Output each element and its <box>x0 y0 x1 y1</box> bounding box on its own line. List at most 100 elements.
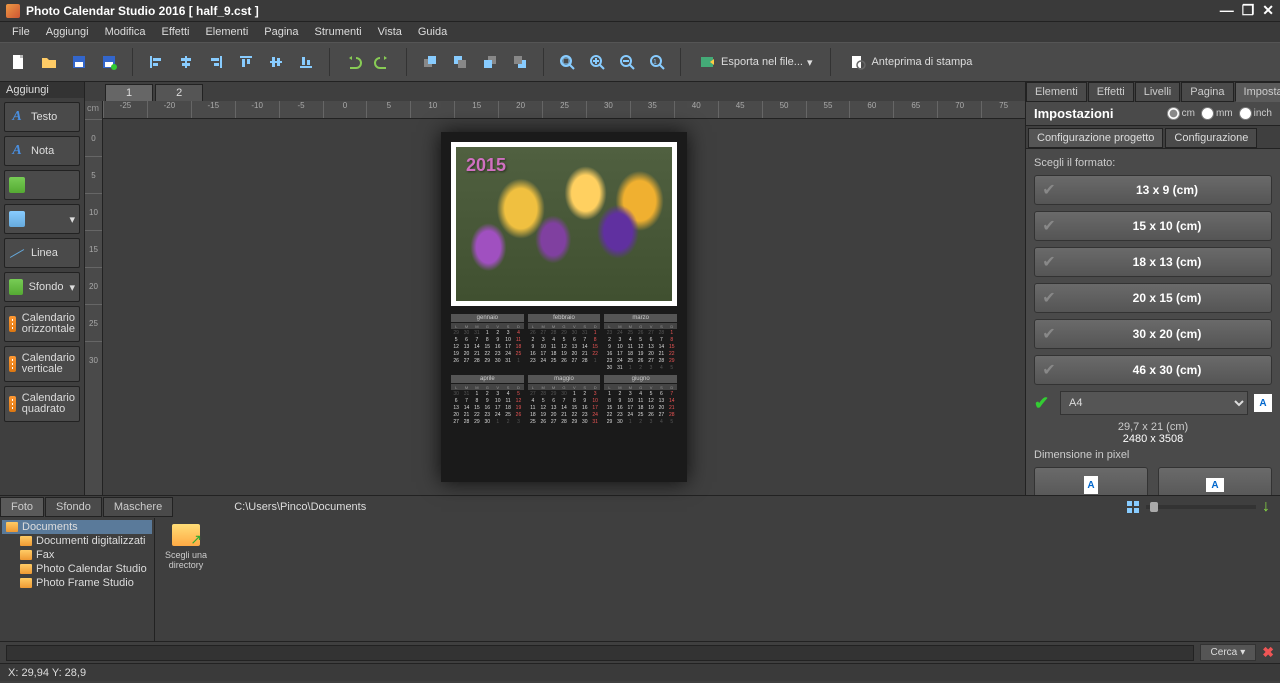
app-icon <box>6 4 20 18</box>
tab-effetti[interactable]: Effetti <box>1088 82 1134 102</box>
menu-guida[interactable]: Guida <box>410 24 455 40</box>
minimize-button[interactable]: — <box>1220 2 1234 19</box>
tree-item[interactable]: Documenti digitalizzati <box>2 534 152 548</box>
canvas-viewport[interactable]: 2015 gennaioLMMGVSD293031123456789101112… <box>103 119 1025 495</box>
add-note-button[interactable]: ANota <box>4 136 80 166</box>
tab-impostazioni[interactable]: Impostazioni <box>1235 82 1280 102</box>
bring-front-button[interactable] <box>419 51 441 73</box>
calendar-month[interactable]: maggioLMMGVSD272829301234567891011121314… <box>528 375 601 425</box>
clear-button[interactable]: ✖ <box>1262 644 1274 661</box>
page-tab-1[interactable]: 1 <box>105 84 153 101</box>
menu-pagina[interactable]: Pagina <box>256 24 306 40</box>
add-calendar-v-button[interactable]: Calendario verticale <box>4 346 80 382</box>
unit-inch[interactable]: inch <box>1239 107 1272 120</box>
format-option[interactable]: ✔13 x 9 (cm) <box>1034 175 1272 205</box>
zoom-out-button[interactable] <box>616 51 638 73</box>
folder-tree[interactable]: Documents Documenti digitalizzatiFaxPhot… <box>0 518 155 641</box>
calendar-document[interactable]: 2015 gennaioLMMGVSD293031123456789101112… <box>441 132 687 482</box>
unit-mm[interactable]: mm <box>1201 107 1233 120</box>
add-calendar-h-button[interactable]: Calendario orizzontale <box>4 306 80 342</box>
folder-view[interactable]: ↗ Scegli una directory <box>155 518 1280 641</box>
calendar-month[interactable]: marzoLMMGVSD2324252627281234567891011121… <box>604 314 677 371</box>
add-calendar-q-button[interactable]: Calendario quadrato <box>4 386 80 422</box>
export-file-button[interactable]: Esporta nel file... ▾ <box>693 51 818 73</box>
menu-vista[interactable]: Vista <box>370 24 410 40</box>
menu-file[interactable]: File <box>4 24 38 40</box>
send-back-button[interactable] <box>509 51 531 73</box>
align-right-button[interactable] <box>205 51 227 73</box>
tree-item[interactable]: Photo Frame Studio <box>2 576 152 590</box>
dropdown-arrow-icon: ▾ <box>1240 647 1245 658</box>
menu-effetti[interactable]: Effetti <box>154 24 198 40</box>
calendar-month[interactable]: giugnoLMMGVSD123456789101112131415161718… <box>604 375 677 425</box>
portrait-button[interactable]: A <box>1034 467 1148 495</box>
align-center-v-button[interactable] <box>265 51 287 73</box>
browser-tab-foto[interactable]: Foto <box>0 497 44 517</box>
thumbnail-zoom-slider[interactable] <box>1146 505 1256 509</box>
open-button[interactable] <box>38 51 60 73</box>
landscape-button[interactable]: A <box>1158 467 1272 495</box>
add-line-button[interactable]: Linea <box>4 238 80 268</box>
bring-forward-button[interactable] <box>449 51 471 73</box>
zoom-in-button[interactable] <box>586 51 608 73</box>
search-button[interactable]: Cerca▾ <box>1200 644 1257 661</box>
print-preview-button[interactable]: Anteprima di stampa <box>843 51 978 73</box>
tree-item[interactable]: Fax <box>2 548 152 562</box>
menu-elementi[interactable]: Elementi <box>197 24 256 40</box>
align-center-h-button[interactable] <box>175 51 197 73</box>
statusbar: X: 29,94 Y: 28,9 <box>0 663 1280 681</box>
send-backward-button[interactable] <box>479 51 501 73</box>
save-as-button[interactable] <box>98 51 120 73</box>
settings-title: Impostazioni <box>1034 106 1167 121</box>
align-bottom-button[interactable] <box>295 51 317 73</box>
add-text-button[interactable]: ATesto <box>4 102 80 132</box>
add-image-button[interactable] <box>4 170 80 200</box>
add-shape-button[interactable]: ▾ <box>4 204 80 234</box>
tree-root-label: Documents <box>22 521 78 533</box>
tree-item[interactable]: Photo Calendar Studio <box>2 562 152 576</box>
zoom-100-button[interactable]: 1 <box>646 51 668 73</box>
tab-elementi[interactable]: Elementi <box>1026 82 1087 102</box>
undo-button[interactable] <box>342 51 364 73</box>
format-option[interactable]: ✔30 x 20 (cm) <box>1034 319 1272 349</box>
unit-cm[interactable]: cm <box>1167 107 1195 120</box>
menu-strumenti[interactable]: Strumenti <box>307 24 370 40</box>
close-button[interactable]: ✕ <box>1262 2 1274 19</box>
calendar-month[interactable]: febbraioLMMGVSD2627282930311234567891011… <box>528 314 601 371</box>
subtab-config[interactable]: Configurazione <box>1165 128 1257 148</box>
format-label: 18 x 13 (cm) <box>1063 255 1271 269</box>
align-left-button[interactable] <box>145 51 167 73</box>
save-button[interactable] <box>68 51 90 73</box>
pick-directory-button[interactable]: ↗ Scegli una directory <box>161 524 211 570</box>
maximize-button[interactable]: ❐ <box>1242 2 1255 19</box>
calendar-month[interactable]: aprileLMMGVSD303112345678910111213141516… <box>451 375 524 425</box>
format-option[interactable]: ✔20 x 15 (cm) <box>1034 283 1272 313</box>
calendar-photo[interactable]: 2015 <box>451 142 677 306</box>
format-option[interactable]: ✔18 x 13 (cm) <box>1034 247 1272 277</box>
redo-button[interactable] <box>372 51 394 73</box>
align-top-button[interactable] <box>235 51 257 73</box>
subtab-project-config[interactable]: Configurazione progetto <box>1028 128 1163 148</box>
thumbnail-icon[interactable] <box>1126 500 1140 514</box>
refresh-icon[interactable]: ↓ <box>1262 498 1270 516</box>
menu-modifica[interactable]: Modifica <box>97 24 154 40</box>
page-orientation-icon[interactable]: A <box>1254 394 1272 412</box>
browser-tab-maschere[interactable]: Maschere <box>103 497 173 517</box>
format-select[interactable]: A4 <box>1060 391 1248 415</box>
tab-livelli[interactable]: Livelli <box>1135 82 1181 102</box>
format-option[interactable]: ✔15 x 10 (cm) <box>1034 211 1272 241</box>
search-input[interactable] <box>6 645 1194 661</box>
menu-aggiungi[interactable]: Aggiungi <box>38 24 97 40</box>
check-icon: ✔ <box>1035 324 1063 344</box>
zoom-fit-button[interactable] <box>556 51 578 73</box>
format-option[interactable]: ✔46 x 30 (cm) <box>1034 355 1272 385</box>
page-tab-2[interactable]: 2 <box>155 84 203 101</box>
calendar-month[interactable]: gennaioLMMGVSD29303112345678910111213141… <box>451 314 524 371</box>
add-background-button[interactable]: Sfondo▾ <box>4 272 80 302</box>
tree-root[interactable]: Documents <box>2 520 152 534</box>
browser-tab-sfondo[interactable]: Sfondo <box>45 497 102 517</box>
new-button[interactable] <box>8 51 30 73</box>
titlebar: Photo Calendar Studio 2016 [ half_9.cst … <box>0 0 1280 22</box>
tree-item-label: Photo Frame Studio <box>36 577 134 589</box>
tab-pagina[interactable]: Pagina <box>1181 82 1233 102</box>
